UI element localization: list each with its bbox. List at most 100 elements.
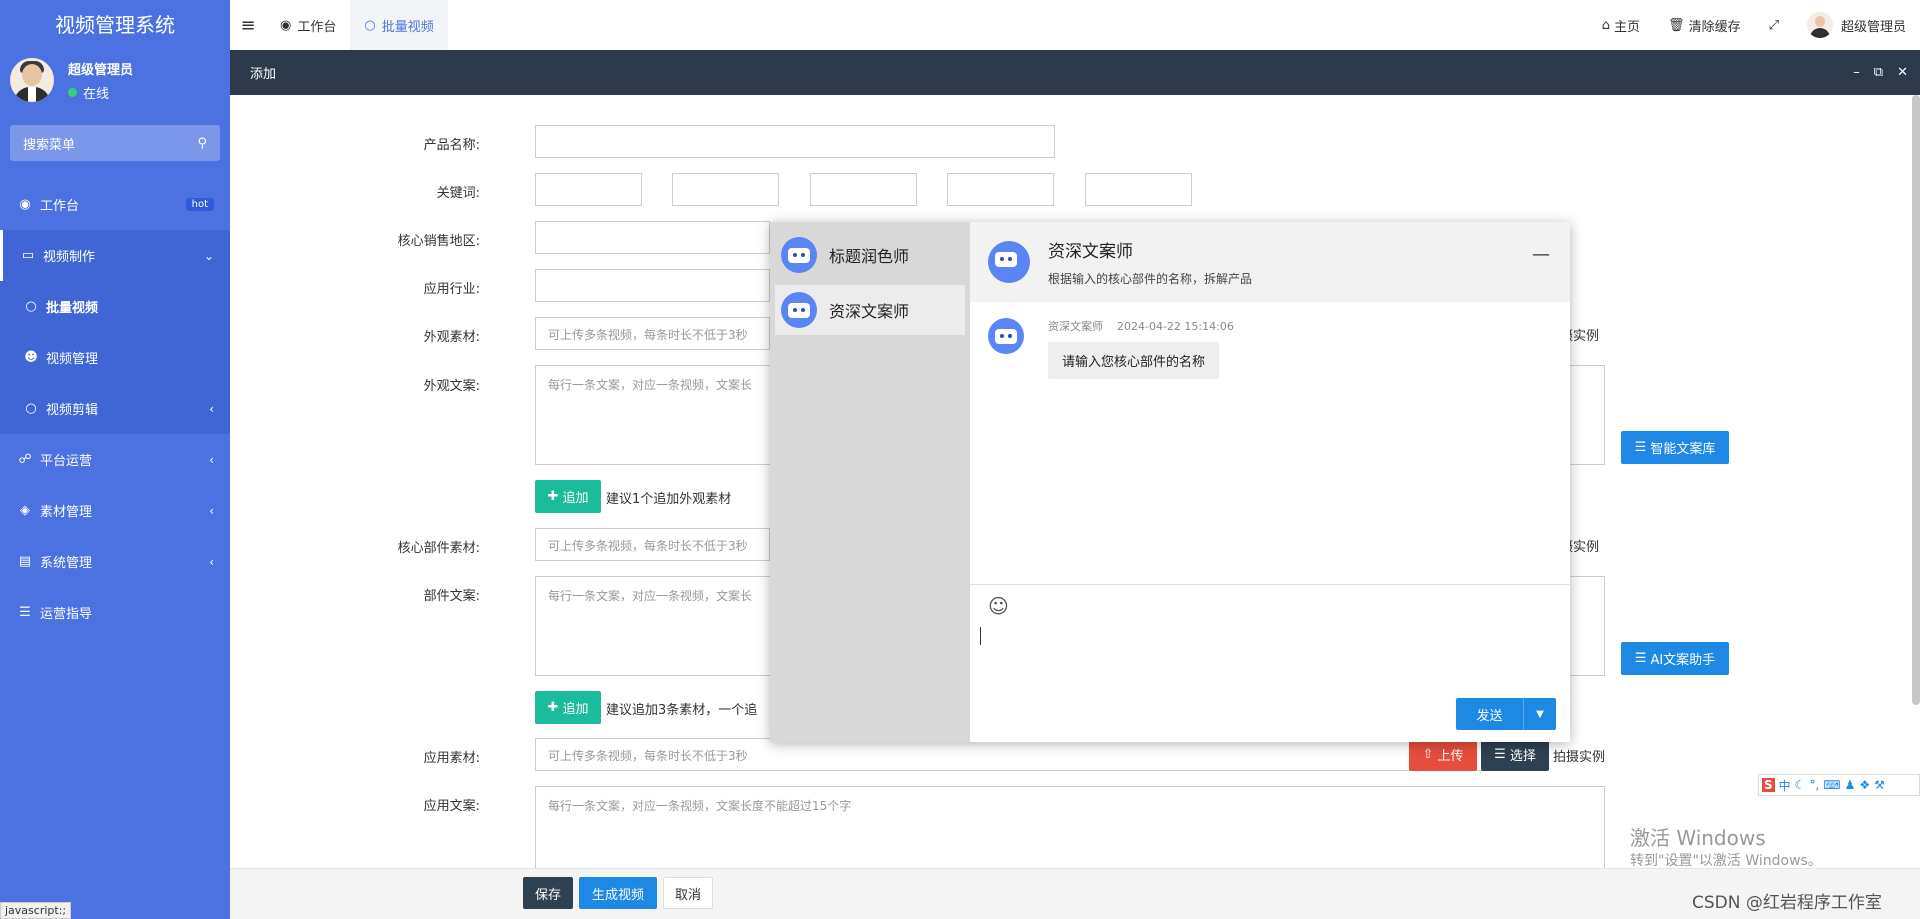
label-product-name: 产品名称:	[423, 138, 480, 153]
shoot-example-link[interactable]: 拍摄实例	[1553, 746, 1605, 765]
chat-contact-senior-copywriter[interactable]: 资深文案师	[775, 285, 965, 335]
circle-icon: ○	[25, 401, 37, 416]
smart-library-button[interactable]: ☰ 智能文案库	[1621, 431, 1729, 464]
cancel-button[interactable]: 取消	[663, 877, 713, 909]
product-name-input[interactable]	[535, 125, 1055, 158]
home-link[interactable]: ⌂ 主页	[1602, 16, 1640, 35]
generate-video-button[interactable]: 生成视频	[579, 877, 657, 909]
avatar	[10, 58, 54, 102]
topbar: ≡ ◉ 工作台 ○ 批量视频 ⌂ 主页 🗑 清除缓存 ⤢ 超级管理员	[230, 0, 1920, 50]
sidebar-item-label: 系统管理	[40, 556, 93, 571]
ime-toolbar[interactable]: S 中 ☾ °, ⌨ ♟ ❖ ⚒	[1758, 774, 1920, 796]
clear-cache-link[interactable]: 🗑 清除缓存	[1668, 16, 1741, 35]
label-app-material: 应用素材:	[423, 751, 480, 766]
hint-part: 建议追加3条素材，一个追	[606, 703, 758, 718]
chat-header-name: 资深文案师	[1048, 242, 1133, 262]
sidebar-item-batch-video[interactable]: ○ 批量视频	[0, 281, 230, 332]
tab-workbench[interactable]: ◉ 工作台	[266, 0, 350, 50]
divider	[970, 584, 1570, 585]
sidebar-item-video-editing[interactable]: ○ 视频剪辑 ‹	[0, 383, 230, 434]
punctuation-icon[interactable]: °,	[1809, 778, 1819, 792]
keyword-input-1[interactable]	[535, 173, 642, 206]
app-copy-textarea[interactable]: 每行一条文案，对应一条视频，文案长度不能超过15个字	[535, 786, 1605, 876]
label-appearance-material: 外观素材:	[423, 330, 480, 345]
dashboard-icon: ◉	[19, 197, 31, 212]
tab-batch-video[interactable]: ○ 批量视频	[350, 0, 448, 50]
sidebar-item-label: 视频管理	[46, 352, 99, 367]
keyword-input-2[interactable]	[672, 173, 779, 206]
moon-icon[interactable]: ☾	[1795, 778, 1806, 792]
csdn-watermark: CSDN @红岩程序工作室	[1692, 893, 1882, 913]
chevron-down-icon: ⌄	[203, 248, 214, 263]
keyword-input-5[interactable]	[1085, 173, 1192, 206]
user-menu[interactable]: 超级管理员	[1806, 12, 1906, 38]
send-button[interactable]: 发送	[1456, 698, 1524, 730]
maximize-icon[interactable]: ⧉	[1874, 65, 1883, 80]
sidebar-item-ops-guide[interactable]: ☰ 运营指导	[0, 587, 230, 638]
layers-icon: ◈	[20, 503, 30, 518]
close-icon[interactable]: ✕	[1897, 65, 1908, 80]
sidebar-item-label: 工作台	[40, 199, 80, 214]
add-part-button[interactable]: ✚ 追加	[535, 691, 601, 724]
layer-title: 添加	[250, 67, 277, 82]
sogou-logo-icon: S	[1762, 778, 1775, 792]
message-sender: 资深文案师	[1048, 320, 1103, 333]
search-input[interactable]: 搜索菜单 ⚲	[10, 125, 220, 161]
upload-label: 上传	[1437, 749, 1464, 764]
sidebar-item-platform-ops[interactable]: ☍ 平台运营 ‹	[0, 434, 230, 485]
online-dot-icon	[68, 87, 77, 97]
minimize-icon[interactable]: –	[1853, 65, 1860, 80]
sidebar-item-video-management[interactable]: ☻ 视频管理	[0, 332, 230, 383]
sidebar-item-workbench[interactable]: ◉ 工作台 hot	[0, 179, 230, 230]
wrench-icon[interactable]: ⚒	[1874, 778, 1885, 792]
user-icon[interactable]: ♟	[1845, 778, 1856, 792]
keyword-input-4[interactable]	[947, 173, 1054, 206]
ai-assistant-button[interactable]: ☰ AI文案助手	[1621, 642, 1729, 675]
core-part-material-input[interactable]: 可上传多条视频，每条时长不低于3秒	[535, 528, 770, 561]
minimize-icon[interactable]: —	[1532, 244, 1550, 265]
select-button[interactable]: ☰ 选择	[1481, 738, 1549, 771]
plus-icon: ✚	[547, 700, 559, 715]
appearance-material-input[interactable]: 可上传多条视频，每条时长不低于3秒	[535, 317, 770, 350]
keyword-input-3[interactable]	[810, 173, 917, 206]
menu-toggle-icon[interactable]: ≡	[230, 15, 266, 36]
chat-contact-title-polisher[interactable]: 标题润色师	[775, 230, 965, 280]
ime-lang[interactable]: 中	[1779, 777, 1791, 794]
list-icon: ☰	[1634, 651, 1647, 666]
fullscreen-icon[interactable]: ⤢	[1769, 18, 1779, 33]
hint-appearance: 建议1个追加外观素材	[606, 492, 732, 507]
sidebar-item-system-mgmt[interactable]: ▤ 系统管理 ‹	[0, 536, 230, 587]
circle-icon: ○	[25, 299, 37, 314]
tab-label: 工作台	[297, 19, 337, 35]
upload-placeholder: 可上传多条视频，每条时长不低于3秒	[548, 328, 748, 342]
chevron-left-icon: ‹	[209, 554, 214, 569]
user-status-label: 在线	[83, 86, 110, 102]
scrollbar[interactable]	[1912, 95, 1920, 705]
message-meta: 资深文案师 2024-04-22 15:14:06	[1048, 318, 1234, 334]
topbar-right: ⌂ 主页 🗑 清除缓存 ⤢ 超级管理员	[1574, 0, 1906, 50]
save-button[interactable]: 保存	[523, 877, 573, 909]
app-material-input[interactable]: 可上传多条视频，每条时长不低于3秒	[535, 738, 1537, 771]
sidebar-item-material-mgmt[interactable]: ◈ 素材管理 ‹	[0, 485, 230, 536]
chat-input-caret[interactable]	[980, 627, 981, 645]
chat-contact-name: 标题润色师	[829, 247, 910, 266]
emoji-icon[interactable]: ☺	[988, 594, 1009, 618]
label-industry: 应用行业:	[423, 282, 480, 297]
chat-contact-name: 资深文案师	[829, 302, 910, 321]
caret-down-icon[interactable]: ▼	[1524, 698, 1556, 730]
shirt-icon[interactable]: ❖	[1859, 778, 1870, 792]
label-sales-region: 核心销售地区:	[397, 234, 480, 249]
sales-region-input[interactable]	[535, 221, 770, 254]
home-icon: ⌂	[1601, 17, 1611, 33]
sidebar-item-video-production[interactable]: ▭ 视频制作 ⌄	[0, 230, 230, 281]
add-appearance-button[interactable]: ✚ 追加	[535, 480, 601, 513]
user-menu-name: 超级管理员	[1840, 19, 1906, 35]
industry-input[interactable]	[535, 269, 770, 302]
robot-icon	[988, 241, 1030, 283]
chevron-left-icon: ‹	[209, 503, 214, 518]
upload-button[interactable]: ⇧ 上传	[1409, 738, 1477, 771]
chevron-left-icon: ‹	[209, 401, 214, 416]
keyboard-icon[interactable]: ⌨	[1823, 778, 1840, 792]
search-icon[interactable]: ⚲	[197, 136, 207, 151]
avatar	[1806, 12, 1833, 38]
